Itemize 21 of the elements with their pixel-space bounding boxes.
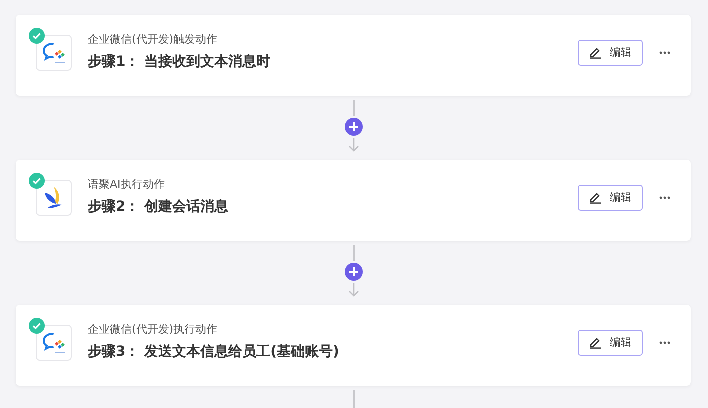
down-arrow-icon bbox=[348, 283, 360, 297]
more-icon[interactable] bbox=[659, 50, 671, 54]
add-step-icon[interactable] bbox=[344, 263, 362, 281]
step-category: 语聚AI执行动作 bbox=[88, 177, 166, 192]
edit-button[interactable]: 编辑 bbox=[578, 184, 643, 210]
down-arrow-icon bbox=[348, 138, 360, 152]
more-icon[interactable] bbox=[659, 340, 671, 344]
add-step-icon[interactable] bbox=[344, 118, 362, 136]
chat-bubble-logo-icon bbox=[41, 330, 67, 354]
step-title: 步骤2： 创建会话消息 bbox=[88, 198, 230, 216]
chat-bubble-logo-icon bbox=[41, 40, 67, 64]
pencil-icon bbox=[589, 191, 602, 204]
step-category: 企业微信(代开发)触发动作 bbox=[88, 32, 219, 47]
step-category: 企业微信(代开发)执行动作 bbox=[88, 322, 219, 337]
edit-button[interactable]: 编辑 bbox=[578, 330, 643, 356]
pencil-icon bbox=[589, 46, 602, 59]
edit-button[interactable]: 编辑 bbox=[578, 40, 643, 66]
step-title: 步骤3： 发送文本信息给员工(基础账号) bbox=[88, 343, 340, 361]
step-title: 步骤1： 当接收到文本消息时 bbox=[88, 53, 272, 71]
pencil-icon bbox=[589, 336, 602, 349]
more-icon[interactable] bbox=[659, 196, 671, 200]
